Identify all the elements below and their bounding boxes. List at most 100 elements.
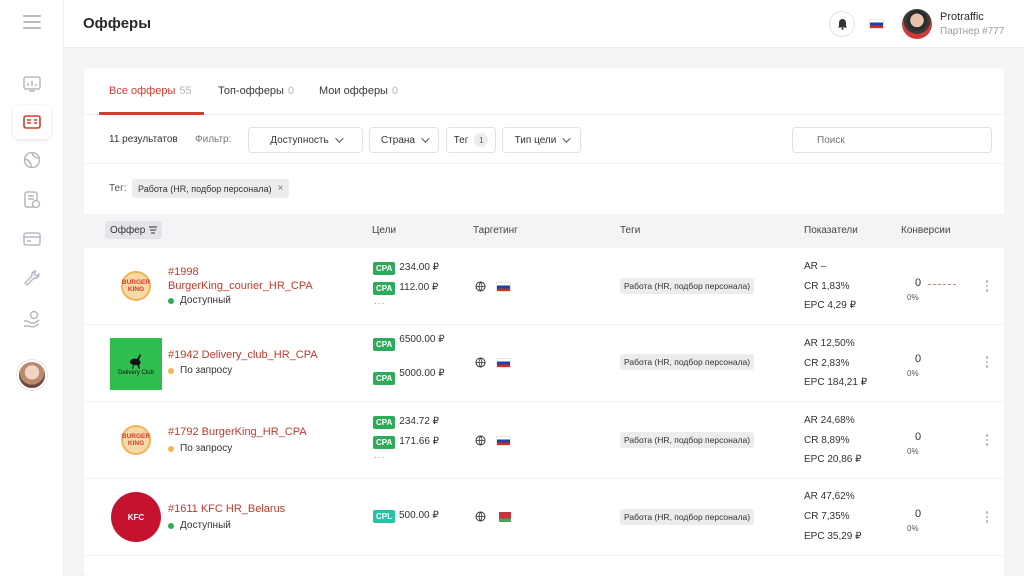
kebab-icon[interactable] — [984, 356, 990, 368]
sidebar — [0, 0, 64, 576]
conversions-count: 0 — [915, 277, 922, 289]
chevron-down-icon — [421, 134, 430, 143]
more-goals[interactable]: ... — [374, 296, 385, 307]
offer-status: По запросу — [168, 365, 232, 376]
metric-epc: EPC 35,29 ₽ — [804, 531, 862, 542]
hand-money-icon[interactable] — [13, 302, 51, 336]
filter-label: Фильтр: — [195, 134, 232, 145]
offer-name[interactable]: #1998 BurgerKing_courier_HR_CPA — [168, 265, 338, 293]
goal-type-dropdown[interactable]: Тип цели — [502, 127, 581, 153]
table-row[interactable]: KFC #1611 KFC HR_Belarus Доступный CPL 50… — [84, 479, 1004, 556]
offer-status: Доступный — [168, 520, 231, 531]
tag-count-badge: 1 — [474, 133, 489, 147]
table-row[interactable]: BURGER KING #1998 BurgerKing_courier_HR_… — [84, 248, 1004, 325]
chevron-down-icon — [562, 134, 572, 143]
conversions-sparkline — [928, 284, 956, 285]
globe-icon — [475, 511, 486, 522]
results-count: 11 результатов — [109, 134, 178, 145]
user-name[interactable]: Protraffic — [940, 11, 984, 23]
conversions-percent: 0% — [907, 524, 919, 533]
tab-top-offers[interactable]: Топ-офферы 0 — [218, 85, 294, 97]
flag-ru — [496, 358, 511, 368]
remove-tag-button[interactable]: × — [278, 183, 284, 194]
more-goals[interactable]: ... — [374, 450, 385, 461]
burger-king-logo: BURGER KING — [110, 414, 162, 466]
page-title: Офферы — [83, 15, 152, 32]
status-dot — [168, 297, 174, 304]
tags-column-header: Теги — [620, 225, 641, 236]
offer-name[interactable]: #1942 Delivery_club_HR_CPA — [168, 348, 338, 362]
globe-icon — [475, 281, 486, 292]
status-dot — [168, 367, 174, 374]
offers-icon[interactable] — [13, 105, 51, 139]
metric-epc: EPC 4,29 ₽ — [804, 300, 856, 311]
kfc-logo: KFC — [110, 491, 162, 543]
user-role: Партнер #777 — [940, 26, 1005, 37]
language-flag-ru[interactable] — [869, 19, 884, 29]
tabs: Все офферы 55 Топ-офферы 0 Мои офферы 0 — [84, 68, 1004, 115]
globe-icon — [475, 435, 486, 446]
metric-cr: CR 7,35% — [804, 511, 850, 522]
goal: CPA 6500.00 ₽ — [373, 333, 453, 351]
globe-icon[interactable] — [13, 143, 51, 177]
sidebar-avatar[interactable] — [17, 360, 47, 390]
conversions-count: 0 — [915, 431, 922, 443]
conversions-count: 0 — [915, 353, 922, 365]
tag-dropdown[interactable]: Тег 1 — [446, 127, 496, 153]
payment-card-icon[interactable] — [13, 222, 51, 256]
conversions-percent: 0% — [907, 447, 919, 456]
metric-cr: CR 1,83% — [804, 281, 850, 292]
kebab-icon[interactable] — [984, 280, 990, 292]
conversions-column-header: Конверсии — [901, 225, 951, 236]
offers-card: Все офферы 55 Топ-офферы 0 Мои офферы 0 11 … — [84, 68, 1004, 576]
metric-ar: AR 24,68% — [804, 415, 855, 426]
chevron-down-icon — [334, 134, 344, 143]
metric-epc: EPC 184,21 ₽ — [804, 377, 868, 388]
search-input[interactable] — [792, 127, 992, 153]
table-row[interactable]: BURGER KING #1792 BurgerKing_HR_CPA По з… — [84, 402, 1004, 479]
globe-icon — [475, 357, 486, 368]
metric-ar: AR 12,50% — [804, 338, 855, 349]
tab-all-offers[interactable]: Все офферы 55 — [109, 85, 192, 97]
metric-ar: AR 47,62% — [804, 491, 855, 502]
menu-icon[interactable] — [23, 15, 41, 29]
kebab-icon[interactable] — [984, 434, 990, 446]
goal: CPA 112.00 ₽ — [373, 282, 438, 295]
goal: CPL 500.00 ₽ — [373, 510, 439, 523]
goal: CPA 171.66 ₽ — [373, 436, 439, 449]
metrics-column-header: Показатели — [804, 225, 858, 236]
delivery-club-logo: Delivery Club — [110, 338, 162, 390]
country-dropdown[interactable]: Страна — [369, 127, 439, 153]
availability-dropdown[interactable]: Доступность — [248, 127, 363, 153]
metric-ar: AR – — [804, 261, 827, 272]
offer-name[interactable]: #1611 KFC HR_Belarus — [168, 502, 338, 516]
table-row[interactable]: Delivery Club #1942 Delivery_club_HR_CPA… — [84, 325, 1004, 402]
tab-underline — [99, 112, 204, 115]
offer-tag: Работа (HR, подбор персонала) — [620, 354, 755, 370]
offer-tag: Работа (HR, подбор персонала) — [620, 432, 755, 448]
user-avatar[interactable] — [902, 9, 932, 39]
offer-tag: Работа (HR, подбор персонала) — [620, 509, 755, 525]
sort-icon — [149, 226, 158, 234]
conversions-percent: 0% — [907, 293, 919, 302]
flag-ru — [496, 282, 511, 292]
offer-name[interactable]: #1792 BurgerKing_HR_CPA — [168, 425, 338, 439]
metric-epc: EPC 20,86 ₽ — [804, 454, 862, 465]
flag-ru — [496, 436, 511, 446]
wrench-icon[interactable] — [13, 261, 51, 295]
flag-by — [496, 512, 511, 522]
bell-icon[interactable] — [829, 11, 855, 37]
burger-king-logo: BURGER KING — [110, 260, 162, 312]
stats-icon[interactable] — [13, 183, 51, 217]
active-tag-chip: Работа (HR, подбор персонала) × — [132, 179, 290, 198]
tag-label: Тег: — [109, 183, 127, 194]
kebab-icon[interactable] — [984, 511, 990, 523]
offer-status: По запросу — [168, 443, 232, 454]
metric-cr: CR 2,83% — [804, 358, 850, 369]
conversions-percent: 0% — [907, 369, 919, 378]
offer-column-header[interactable]: Оффер — [105, 221, 163, 239]
active-tag-row: Тег: Работа (HR, подбор персонала) × — [84, 164, 1004, 214]
tab-my-offers[interactable]: Мои офферы 0 — [319, 85, 398, 97]
dashboard-icon[interactable] — [13, 67, 51, 101]
header: Офферы Protraffic Партнер #777 — [64, 0, 1024, 48]
